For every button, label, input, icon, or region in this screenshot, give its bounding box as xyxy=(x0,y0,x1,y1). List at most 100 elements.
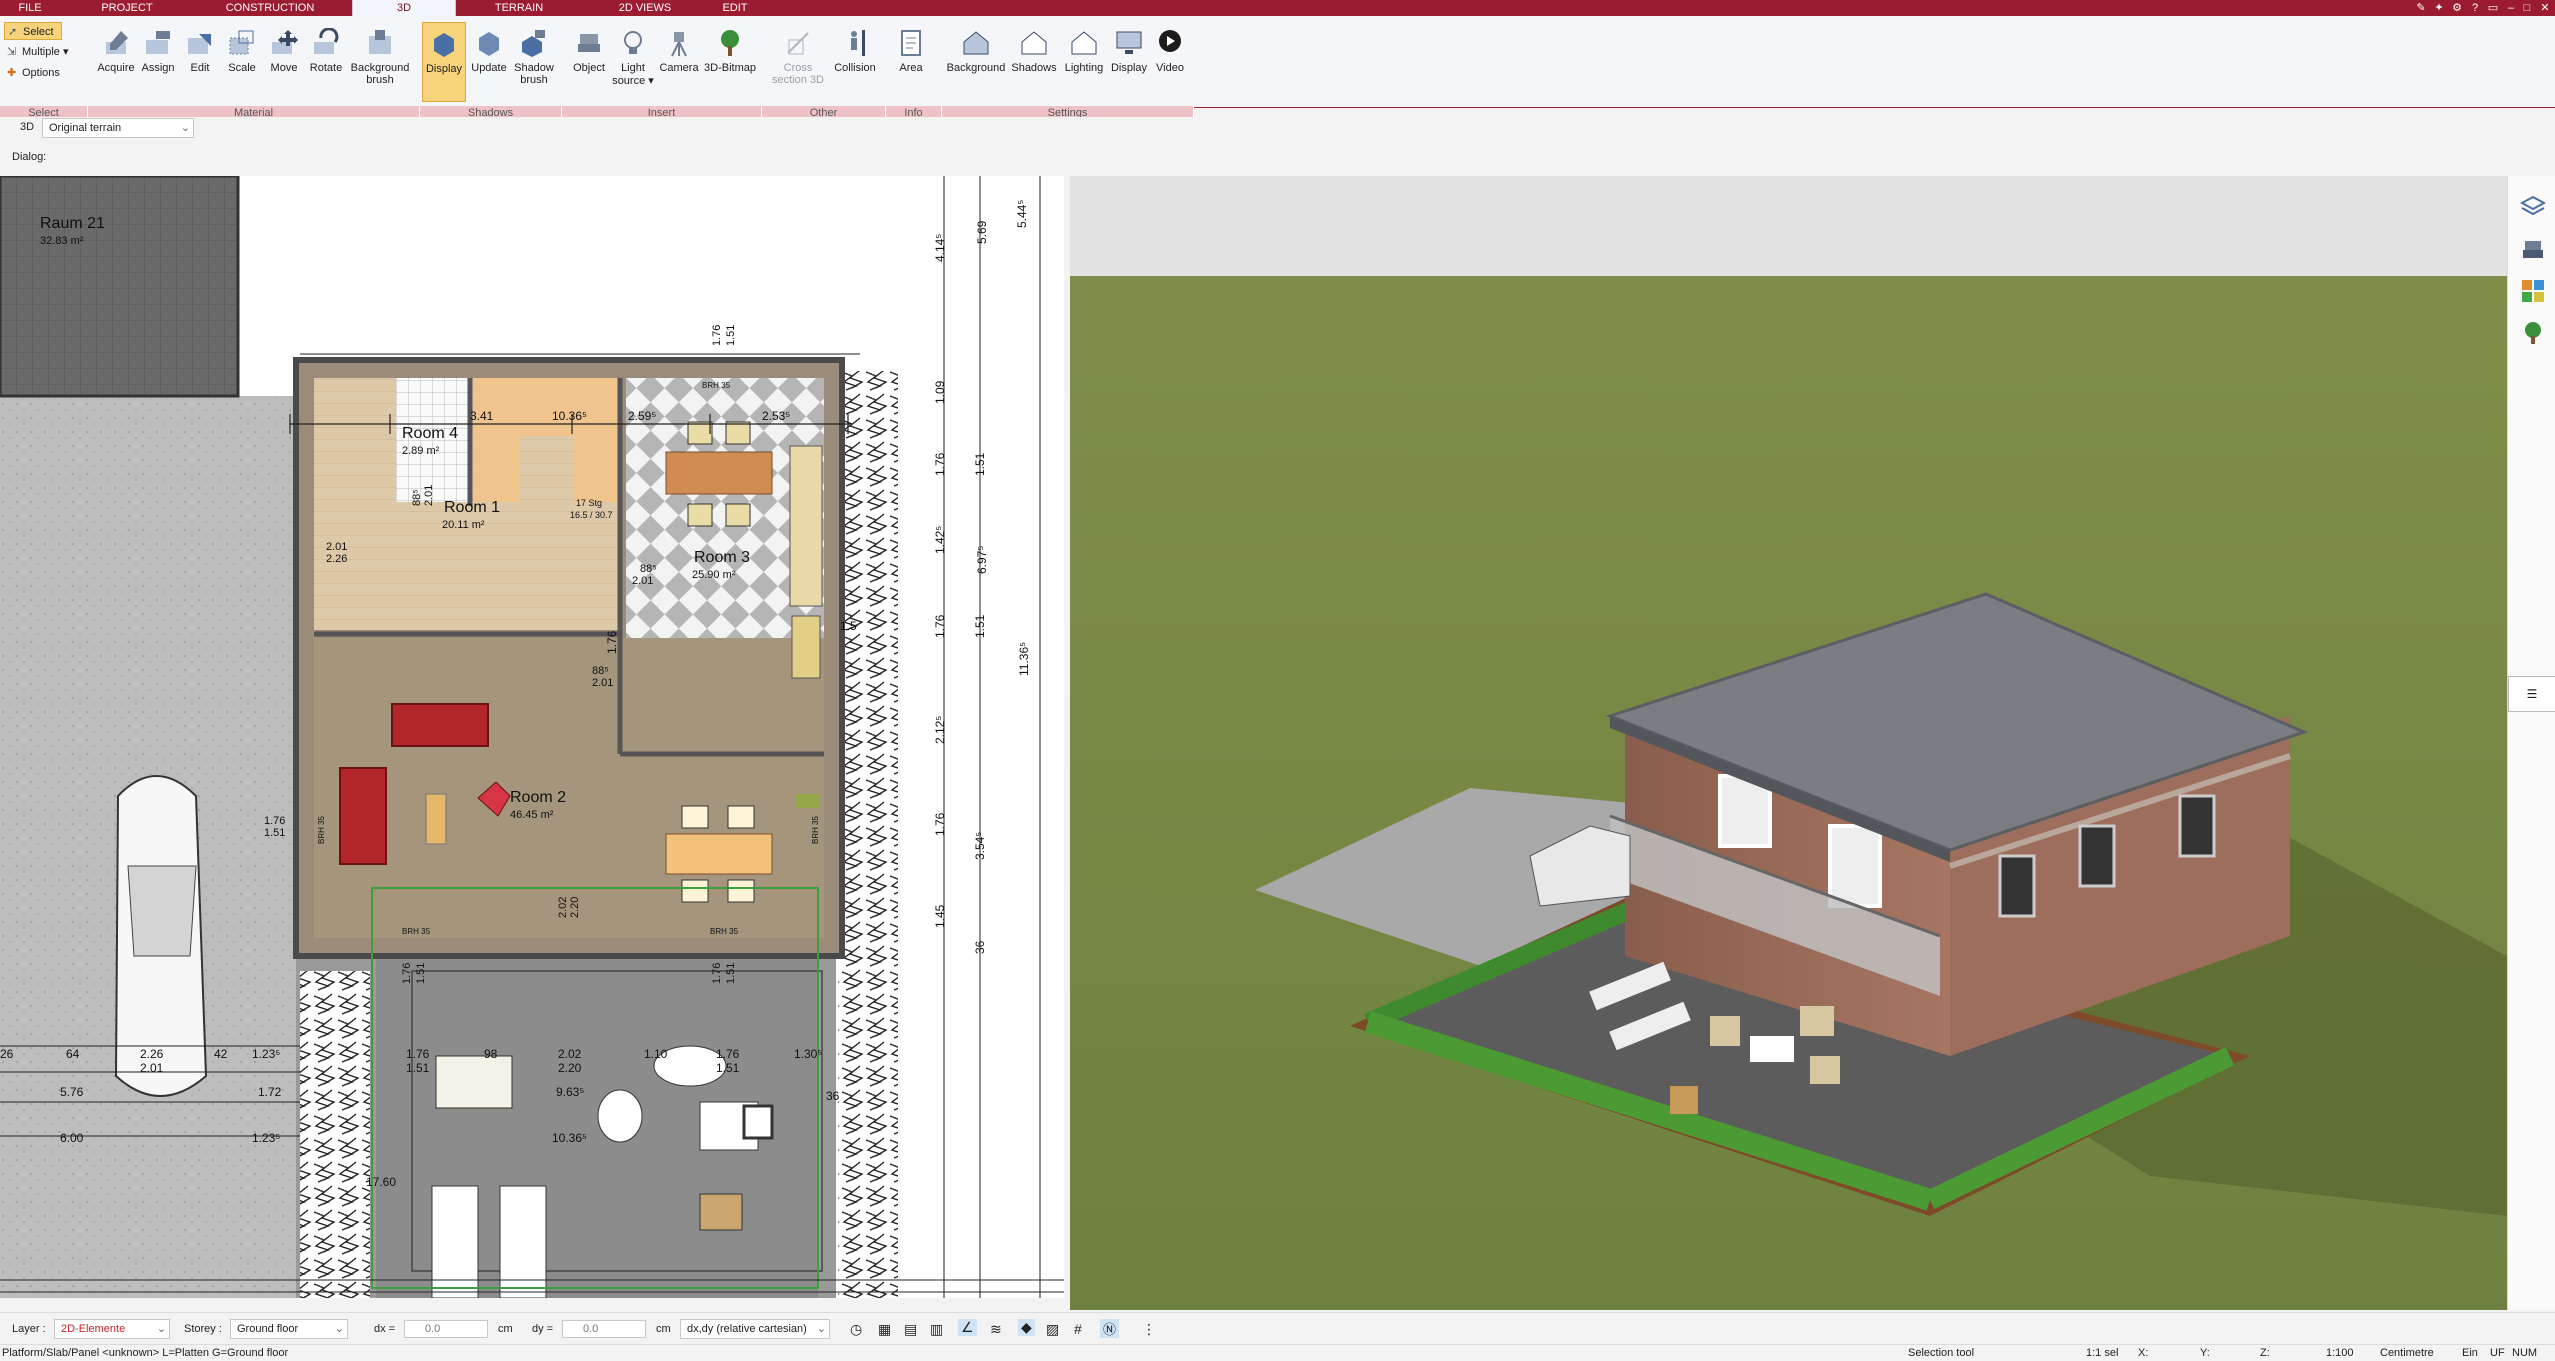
cross-section-3d-button[interactable]: Cross section 3D xyxy=(770,22,826,102)
svg-text:1.09: 1.09 xyxy=(933,380,947,404)
snap-lines-icon[interactable]: ▤ xyxy=(904,1321,917,1338)
room-label-room2: Room 2 xyxy=(510,789,566,806)
multiple-tool[interactable]: ⇲ Multiple ▾ xyxy=(4,43,68,61)
options-tool[interactable]: ✚ Options xyxy=(4,64,60,82)
shadows-settings-label: Shadows xyxy=(1011,62,1057,74)
select-label: Select xyxy=(23,26,54,38)
align-icon[interactable]: ≋ xyxy=(990,1321,1002,1338)
background-icon xyxy=(963,31,989,55)
terrain-select[interactable]: Original terrain ⌄ xyxy=(42,118,194,138)
shadow-brush-button[interactable]: Shadow brush xyxy=(512,22,556,102)
move-label: Move xyxy=(270,62,298,74)
insert-object-button[interactable]: Object xyxy=(564,22,614,102)
help-icon[interactable]: ? xyxy=(2468,1,2482,15)
svg-text:1.51: 1.51 xyxy=(725,325,737,346)
svg-text:1.76: 1.76 xyxy=(406,1047,430,1061)
svg-text:1.10: 1.10 xyxy=(644,1047,668,1061)
menu-terrain[interactable]: TERRAIN xyxy=(464,0,574,16)
select-tool[interactable]: ➚ Select xyxy=(4,22,62,40)
area-icon xyxy=(901,30,921,56)
svg-text:2.01: 2.01 xyxy=(140,1061,164,1075)
options-label: Options xyxy=(22,67,60,79)
minimize-icon[interactable]: – xyxy=(2504,1,2518,15)
room-label-room3: Room 3 xyxy=(694,549,750,566)
dx-input[interactable]: 0.0 xyxy=(404,1320,488,1338)
materials-icon[interactable] xyxy=(2520,278,2546,304)
more-icon[interactable]: ⋮ xyxy=(1142,1321,1156,1338)
furniture-icon[interactable] xyxy=(2520,236,2546,262)
storey-select[interactable]: Ground floor ⌄ xyxy=(230,1319,348,1339)
3d-view[interactable] xyxy=(1070,176,2507,1310)
ribbon: ➚ Select ⇲ Multiple ▾ ✚ Options Acquire … xyxy=(0,16,2555,121)
paint-roller-icon xyxy=(146,31,170,54)
rotate-label: Rotate xyxy=(309,62,343,74)
menu-file[interactable]: FILE xyxy=(0,0,60,16)
svg-text:2.01: 2.01 xyxy=(326,541,347,553)
svg-text:2.01: 2.01 xyxy=(423,485,435,506)
hatch-icon[interactable]: ▨ xyxy=(1046,1321,1059,1338)
fill-icon[interactable]: ◆ xyxy=(1018,1319,1035,1336)
menu-2d-views[interactable]: 2D VIEWS xyxy=(590,0,700,16)
background-brush-button[interactable]: Background brush xyxy=(344,22,416,102)
light-source-button[interactable]: Light source ▾ xyxy=(608,22,658,102)
svg-text:2.01: 2.01 xyxy=(592,677,613,689)
restore-icon[interactable]: ▭ xyxy=(2486,1,2500,15)
menu-3d[interactable]: 3D xyxy=(352,0,456,16)
storey-select-value: Ground floor xyxy=(237,1323,299,1335)
plants-icon[interactable] xyxy=(2520,320,2546,346)
collision-label: Collision xyxy=(834,62,876,74)
tools-icon[interactable]: ✎ xyxy=(2414,1,2428,15)
move-icon xyxy=(272,30,298,54)
svg-text:2.59⁵: 2.59⁵ xyxy=(628,409,656,423)
menu-project[interactable]: PROJECT xyxy=(64,0,190,16)
svg-text:1.76: 1.76 xyxy=(401,963,413,984)
panel-handle[interactable]: ☰ xyxy=(2508,676,2555,712)
background-brush-label-2: brush xyxy=(366,74,394,86)
coordinate-bar: Layer : 2D-Elemente ⌄ Storey : Ground fl… xyxy=(0,1312,2555,1344)
magic-icon[interactable]: ✦ xyxy=(2432,1,2446,15)
background-settings-button[interactable]: Background xyxy=(944,22,1008,102)
floor-plan-2d[interactable]: Raum 21 32.83 m² Room 4 2.89 m² Room 1 2… xyxy=(0,176,1064,1298)
dialog-row: Dialog: xyxy=(0,147,2555,169)
svg-text:1.76: 1.76 xyxy=(933,812,947,836)
video-button[interactable]: Video xyxy=(1146,22,1194,102)
play-icon xyxy=(1159,30,1181,52)
status-z: Z: xyxy=(2260,1347,2270,1359)
coordinate-mode-select[interactable]: dx,dy (relative cartesian) ⌄ xyxy=(680,1319,830,1339)
snap-points-icon[interactable]: ▥ xyxy=(930,1321,943,1338)
shadow-display-button[interactable]: Display xyxy=(422,22,466,102)
svg-text:88⁵: 88⁵ xyxy=(640,563,657,575)
svg-text:1.42⁵: 1.42⁵ xyxy=(933,526,947,554)
storey-label: Storey : xyxy=(184,1323,222,1335)
svg-text:42: 42 xyxy=(214,1047,228,1061)
area-button[interactable]: Area xyxy=(884,22,938,102)
3d-bitmap-button[interactable]: 3D-Bitmap xyxy=(700,22,760,102)
collision-button[interactable]: Collision xyxy=(826,22,884,102)
lighting-settings-button[interactable]: Lighting xyxy=(1058,22,1110,102)
layer-select[interactable]: 2D-Elemente ⌄ xyxy=(54,1319,170,1339)
menu-construction[interactable]: CONSTRUCTION xyxy=(200,0,340,16)
maximize-icon[interactable]: □ xyxy=(2520,1,2534,15)
svg-text:6.00: 6.00 xyxy=(60,1131,84,1145)
settings-icon[interactable]: ⚙ xyxy=(2450,1,2464,15)
north-icon[interactable]: Ⓝ xyxy=(1100,1319,1120,1338)
angle-icon[interactable]: ∠ xyxy=(958,1319,977,1336)
multiple-icon: ⇲ xyxy=(7,46,17,58)
snap-icon[interactable]: ▦ xyxy=(878,1321,891,1338)
insert-object-label: Object xyxy=(573,62,605,74)
layers-icon[interactable] xyxy=(2520,194,2546,220)
svg-text:4.14⁵: 4.14⁵ xyxy=(933,234,947,262)
svg-text:98: 98 xyxy=(484,1047,498,1061)
shadow-update-button[interactable]: Update xyxy=(466,22,512,102)
cross-section-label-2: section 3D xyxy=(772,74,824,86)
camera-button[interactable]: Camera xyxy=(654,22,704,102)
clock-icon[interactable]: ◷ xyxy=(850,1321,862,1338)
menu-edit[interactable]: EDIT xyxy=(710,0,760,16)
grid-icon[interactable]: # xyxy=(1074,1321,1082,1337)
svg-text:2.53⁵: 2.53⁵ xyxy=(762,409,790,423)
layer-label: Layer : xyxy=(12,1323,46,1335)
shadow-display-label: Display xyxy=(425,63,463,75)
shadows-settings-button[interactable]: Shadows xyxy=(1008,22,1060,102)
dy-input[interactable]: 0.0 xyxy=(562,1320,646,1338)
close-icon[interactable]: ✕ xyxy=(2538,1,2552,15)
